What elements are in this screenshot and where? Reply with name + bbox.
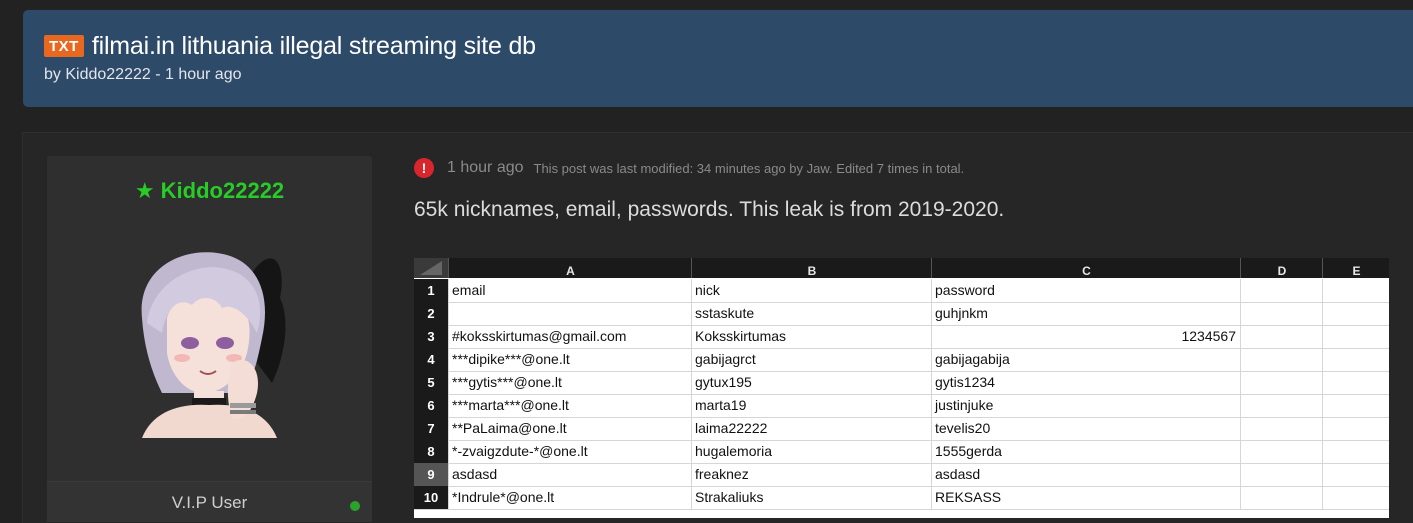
cell-e [1322,279,1389,302]
table-row: 3 #koksskirtumas@gmail.com Koksskirtumas 12… [414,325,1389,349]
row-number: 4 [414,348,448,371]
column-header-e: E [1322,258,1389,278]
thread-title[interactable]: filmai.in lithuania illegal streaming si… [92,32,536,61]
cell-b: laima22222 [691,417,931,440]
cell-d [1240,440,1322,463]
table-row: 9 asdasd freaknez asdasd [414,463,1389,487]
cell-e [1322,440,1389,463]
cell-b: Koksskirtumas [691,325,931,348]
cell-c: gytis1234 [931,371,1240,394]
cell-a: ***dipike***@one.lt [448,348,691,371]
cell-b: gytux195 [691,371,931,394]
cell-d [1240,417,1322,440]
username-row: ★ Kiddo22222 [47,178,372,204]
row-number: 10 [414,486,448,509]
cell-e [1322,348,1389,371]
spreadsheet-column-header: A B C D E [414,258,1389,278]
cell-a: email [448,279,691,302]
cell-a: *Indrule*@one.lt [448,486,691,509]
spreadsheet-image: A B C D E 1 email nick password 2 sstaskute gu… [414,258,1389,518]
cell-b: freaknez [691,463,931,486]
thread-title-row: TXT filmai.in lithuania illegal streamin… [44,30,536,62]
cell-b: nick [691,279,931,302]
cell-d [1240,371,1322,394]
cell-d [1240,279,1322,302]
cell-c: REKSASS [931,486,1240,509]
thread-header: TXT filmai.in lithuania illegal streamin… [23,10,1413,107]
cell-c: 1555gerda [931,440,1240,463]
cell-c: gabijagabija [931,348,1240,371]
cell-a [448,302,691,325]
table-row: 2 sstaskute guhjnkm [414,302,1389,326]
cell-b: gabijagrct [691,348,931,371]
row-number: 5 [414,371,448,394]
cell-a: #koksskirtumas@gmail.com [448,325,691,348]
cell-b: Strakaliuks [691,486,931,509]
cell-d [1240,348,1322,371]
star-icon: ★ [134,178,155,203]
row-number: 8 [414,440,448,463]
table-row: 7 **PaLaima@one.lt laima22222 tevelis20 [414,417,1389,441]
cell-e [1322,486,1389,509]
cell-a: ***gytis***@one.lt [448,371,691,394]
table-row: 4 ***dipike***@one.lt gabijagrct gabijagabi… [414,348,1389,372]
cell-d [1240,394,1322,417]
row-number: 3 [414,325,448,348]
cell-c: password [931,279,1240,302]
table-row: 6 ***marta***@one.lt marta19 justinjuke [414,394,1389,418]
thread-byline: by Kiddo22222 - 1 hour ago [44,66,242,83]
post-body: 65k nicknames, email, passwords. This le… [414,198,1005,221]
post-time[interactable]: 1 hour ago [447,159,524,177]
cell-d [1240,325,1322,348]
cell-a: *-zvaigzdute-*@one.lt [448,440,691,463]
row-number: 1 [414,279,448,302]
user-rank: V.I.P User [171,493,248,512]
cell-d [1240,302,1322,325]
avatar[interactable] [122,243,297,438]
cell-b: hugalemoria [691,440,931,463]
cell-a: asdasd [448,463,691,486]
row-number: 9 [414,463,448,486]
cell-d [1240,463,1322,486]
user-rank-bar: V.I.P User [47,481,372,522]
column-header-b: B [691,258,932,278]
table-row: 10 *Indrule*@one.lt Strakaliuks REKSASS [414,486,1389,510]
cell-e [1322,325,1389,348]
cell-e [1322,417,1389,440]
cell-a: **PaLaima@one.lt [448,417,691,440]
table-row: 1 email nick password [414,279,1389,303]
column-header-c: C [931,258,1241,278]
cell-e [1322,463,1389,486]
select-all-corner [414,258,448,278]
cell-c: justinjuke [931,394,1240,417]
column-header-d: D [1240,258,1323,278]
table-row: 8 *-zvaigzdute-*@one.lt hugalemoria 1555ger… [414,440,1389,464]
cell-c: tevelis20 [931,417,1240,440]
cell-e [1322,302,1389,325]
row-number: 6 [414,394,448,417]
cell-e [1322,394,1389,417]
exclamation-circle-icon: ! [414,158,434,178]
row-number: 7 [414,417,448,440]
table-row: 5 ***gytis***@one.lt gytux195 gytis1234 [414,371,1389,395]
cell-b: sstaskute [691,302,931,325]
cell-c: guhjnkm [931,302,1240,325]
cell-c: 1234567 [931,325,1240,348]
cell-a: ***marta***@one.lt [448,394,691,417]
username[interactable]: Kiddo22222 [161,178,285,203]
column-header-a: A [448,258,692,278]
cell-d [1240,486,1322,509]
cell-e [1322,371,1389,394]
thread-prefix-badge: TXT [44,35,84,57]
edit-note: This post was last modified: 34 minutes … [533,160,965,176]
cell-c: asdasd [931,463,1240,486]
post-meta: ! 1 hour ago This post was last modified… [414,157,964,179]
row-number: 2 [414,302,448,325]
cell-b: marta19 [691,394,931,417]
